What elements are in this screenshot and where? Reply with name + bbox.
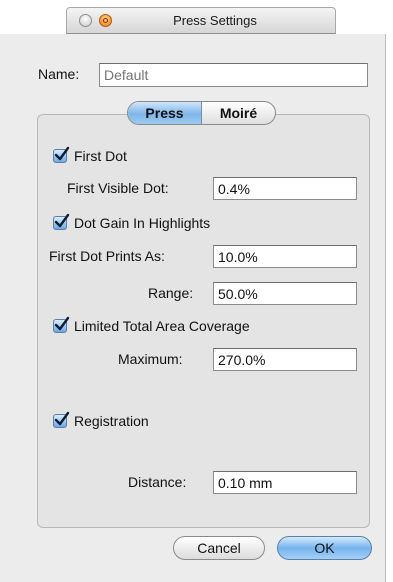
ok-button[interactable]: OK — [277, 536, 372, 560]
range-label: Range: — [148, 285, 194, 301]
name-label: Name: — [38, 66, 80, 82]
name-input[interactable] — [99, 63, 368, 87]
tab-press[interactable]: Press — [128, 102, 202, 124]
checkmark-icon — [54, 316, 70, 331]
limited-tac-label: Limited Total Area Coverage — [74, 318, 250, 334]
registration-label: Registration — [74, 413, 149, 429]
first-dot-checkbox[interactable] — [53, 146, 70, 163]
range-input[interactable] — [213, 282, 357, 305]
registration-checkbox[interactable] — [53, 411, 70, 428]
first-dot-prints-as-label: First Dot Prints As: — [49, 248, 165, 264]
dot-gain-checkbox[interactable] — [53, 213, 70, 230]
press-settings-dialog: Press Settings Name: Press Moiré First D… — [0, 0, 393, 582]
maximum-label: Maximum: — [118, 351, 183, 367]
checkmark-icon — [54, 146, 70, 161]
first-visible-dot-label: First Visible Dot: — [67, 180, 169, 196]
distance-input[interactable] — [213, 471, 357, 494]
limited-tac-checkbox[interactable] — [53, 316, 70, 333]
cancel-button[interactable]: Cancel — [173, 536, 265, 560]
first-visible-dot-input[interactable] — [213, 177, 357, 200]
dot-gain-label: Dot Gain In Highlights — [74, 215, 211, 231]
first-dot-label: First Dot — [74, 148, 127, 164]
maximum-input[interactable] — [213, 348, 357, 371]
checkmark-icon — [54, 411, 70, 426]
title-bar[interactable]: Press Settings — [66, 7, 336, 34]
tab-moire[interactable]: Moiré — [202, 102, 275, 124]
distance-label: Distance: — [128, 474, 187, 490]
first-dot-prints-as-input[interactable] — [213, 245, 357, 268]
window-title: Press Settings — [173, 13, 257, 28]
tab-bar: Press Moiré — [127, 101, 276, 125]
checkmark-icon — [54, 213, 70, 228]
